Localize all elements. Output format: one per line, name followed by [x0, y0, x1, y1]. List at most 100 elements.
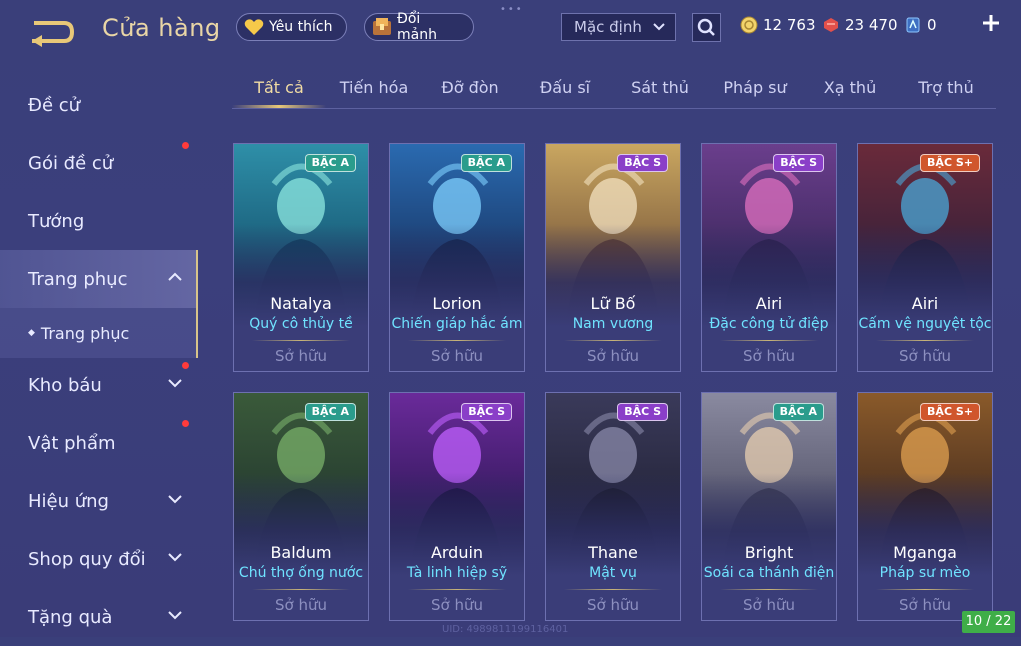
tab-all[interactable]: Tất cả: [232, 78, 326, 97]
notification-dot: [182, 362, 189, 369]
sidebar-item-label: Shop quy đổi: [28, 548, 146, 570]
owned-status: Sở hữu: [275, 596, 327, 614]
tab-tank[interactable]: Đỡ đòn: [424, 78, 516, 97]
gold-currency: 12 763: [740, 16, 816, 34]
tier-badge: BẬC A: [304, 403, 356, 421]
sidebar-item-skins[interactable]: Trang phục: [0, 250, 198, 308]
skin-name: Đặc công tử điệp: [709, 316, 829, 332]
skin-card[interactable]: BẬC S+ Mganga Pháp sư mèo Sở hữu: [857, 392, 993, 621]
sidebar-item-gifts[interactable]: Tặng quà: [0, 588, 198, 646]
skin-name: Chiến giáp hắc ám: [391, 316, 523, 332]
hero-name: Mganga: [893, 543, 957, 562]
tab-mage[interactable]: Pháp sư: [709, 78, 801, 97]
hero-name: Bright: [744, 543, 794, 562]
role-tabs: Tất cả Tiến hóa Đỡ đòn Đấu sĩ Sát thủ Ph…: [232, 70, 996, 109]
skin-card[interactable]: BẬC S Lữ Bố Nam vương Sở hữu: [545, 143, 681, 372]
sidebar-item-label: Tướng: [28, 210, 85, 232]
sidebar-item-exchange-shop[interactable]: Shop quy đổi: [0, 530, 198, 588]
tab-assassin[interactable]: Sát thủ: [614, 78, 706, 97]
sidebar-item-items[interactable]: Vật phẩm: [0, 414, 198, 472]
card-divider: [564, 589, 662, 590]
owned-status: Sở hữu: [743, 347, 795, 365]
drag-handle-dots: •••: [500, 4, 524, 15]
chevron-down-icon: [653, 23, 665, 31]
tier-badge: BẬC S: [773, 154, 824, 172]
tab-support[interactable]: Trợ thủ: [900, 78, 992, 97]
skin-name: Quý cô thủy tề: [249, 316, 353, 332]
skin-name: Cấm vệ nguyệt tộc: [858, 316, 992, 332]
chevron-down-icon: [168, 611, 182, 620]
tier-badge: BẬC A: [772, 403, 824, 421]
user-uid: UID: 4989811199116401: [442, 624, 569, 635]
owned-status: Sở hữu: [743, 596, 795, 614]
quan-huy-card-icon: [904, 16, 922, 34]
owned-status: Sở hữu: [431, 347, 483, 365]
sidebar-item-label: Hiệu ứng: [28, 490, 109, 512]
chevron-down-icon: [168, 379, 182, 388]
tab-evolution[interactable]: Tiến hóa: [328, 78, 420, 97]
favorites-label: Yêu thích: [269, 19, 333, 35]
sidebar-item-label: Vật phẩm: [28, 432, 116, 454]
tab-fighter[interactable]: Đấu sĩ: [519, 78, 611, 97]
skin-card[interactable]: BẬC A Lorion Chiến giáp hắc ám Sở hữu: [389, 143, 525, 372]
skin-name: Tà linh hiệp sỹ: [406, 565, 508, 581]
search-button[interactable]: [692, 13, 721, 42]
sidebar-item-effects[interactable]: Hiệu ứng: [0, 472, 198, 530]
chevron-up-icon: [168, 272, 182, 281]
skin-card[interactable]: BẬC S Airi Đặc công tử điệp Sở hữu: [701, 143, 837, 372]
sidebar-item-label: Tặng quà: [28, 606, 113, 628]
tier-badge: BẬC A: [460, 154, 512, 172]
sidebar-item-recommended-packs[interactable]: Gói đề cử: [0, 134, 198, 192]
hero-name: Arduin: [430, 543, 484, 562]
sidebar-item-recommended[interactable]: Đề cử: [0, 76, 198, 134]
tab-marksman[interactable]: Xạ thủ: [804, 78, 896, 97]
sidebar-item-label: Gói đề cử: [28, 152, 114, 174]
skin-card[interactable]: BẬC S+ Airi Cấm vệ nguyệt tộc Sở hữu: [857, 143, 993, 372]
gold-amount: 12 763: [763, 16, 816, 34]
plus-icon: [983, 15, 999, 31]
favorites-button[interactable]: Yêu thích: [236, 13, 347, 41]
sidebar-item-heroes[interactable]: Tướng: [0, 192, 198, 250]
top-bar: Cửa hàng ••• Yêu thích Đổi mảnh Mặc định…: [0, 0, 1021, 62]
sidebar-item-label: Kho báu: [28, 374, 102, 396]
tier-badge: BẬC S+: [920, 403, 980, 421]
skin-name: Nam vương: [572, 316, 654, 332]
hero-name: Thane: [588, 543, 638, 562]
skin-name: Soái ca thánh điện: [703, 565, 835, 581]
sidebar-item-label: Trang phục: [28, 268, 128, 290]
sidebar-subitem-skins[interactable]: ◆ Trang phục: [0, 308, 198, 358]
hero-name: Natalya: [270, 294, 332, 313]
quan-huy-amount: 0: [927, 16, 937, 34]
voucher-amount: 23 470: [845, 16, 898, 34]
back-arrow-icon: [32, 21, 75, 47]
tier-badge: BẬC S: [461, 403, 512, 421]
owned-status: Sở hữu: [899, 347, 951, 365]
sidebar-item-label: Đề cử: [28, 94, 81, 116]
sort-dropdown[interactable]: Mặc định: [561, 13, 676, 41]
skin-card[interactable]: BẬC S Thane Mật vụ Sở hữu: [545, 392, 681, 621]
card-divider: [408, 589, 506, 590]
sidebar-item-treasure[interactable]: Kho báu: [0, 356, 198, 414]
add-currency-button[interactable]: [980, 12, 1002, 40]
skin-card[interactable]: BẬC S Arduin Tà linh hiệp sỹ Sở hữu: [389, 392, 525, 621]
page-title: Cửa hàng: [102, 14, 221, 42]
hero-name: Airi: [755, 294, 783, 313]
hero-name: Baldum: [270, 543, 332, 562]
skin-name: Pháp sư mèo: [879, 565, 971, 581]
search-icon: [697, 18, 715, 36]
exchange-label: Đổi mảnh: [397, 11, 437, 43]
card-divider: [564, 340, 662, 341]
card-divider: [720, 340, 818, 341]
card-divider: [252, 340, 350, 341]
skin-card[interactable]: BẬC A Bright Soái ca thánh điện Sở hữu: [701, 392, 837, 621]
voucher-currency: 23 470: [822, 16, 898, 34]
tier-badge: BẬC A: [304, 154, 356, 172]
card-divider: [252, 589, 350, 590]
skin-card[interactable]: BẬC A Natalya Quý cô thủy tề Sở hữu: [233, 143, 369, 372]
hero-name: Lữ Bố: [590, 294, 636, 313]
exchange-shards-button[interactable]: Đổi mảnh: [364, 11, 474, 43]
gold-coin-icon: [740, 16, 758, 34]
back-button[interactable]: [28, 17, 78, 47]
owned-status: Sở hữu: [587, 596, 639, 614]
skin-card[interactable]: BẬC A Baldum Chú thợ ống nước Sở hữu: [233, 392, 369, 621]
